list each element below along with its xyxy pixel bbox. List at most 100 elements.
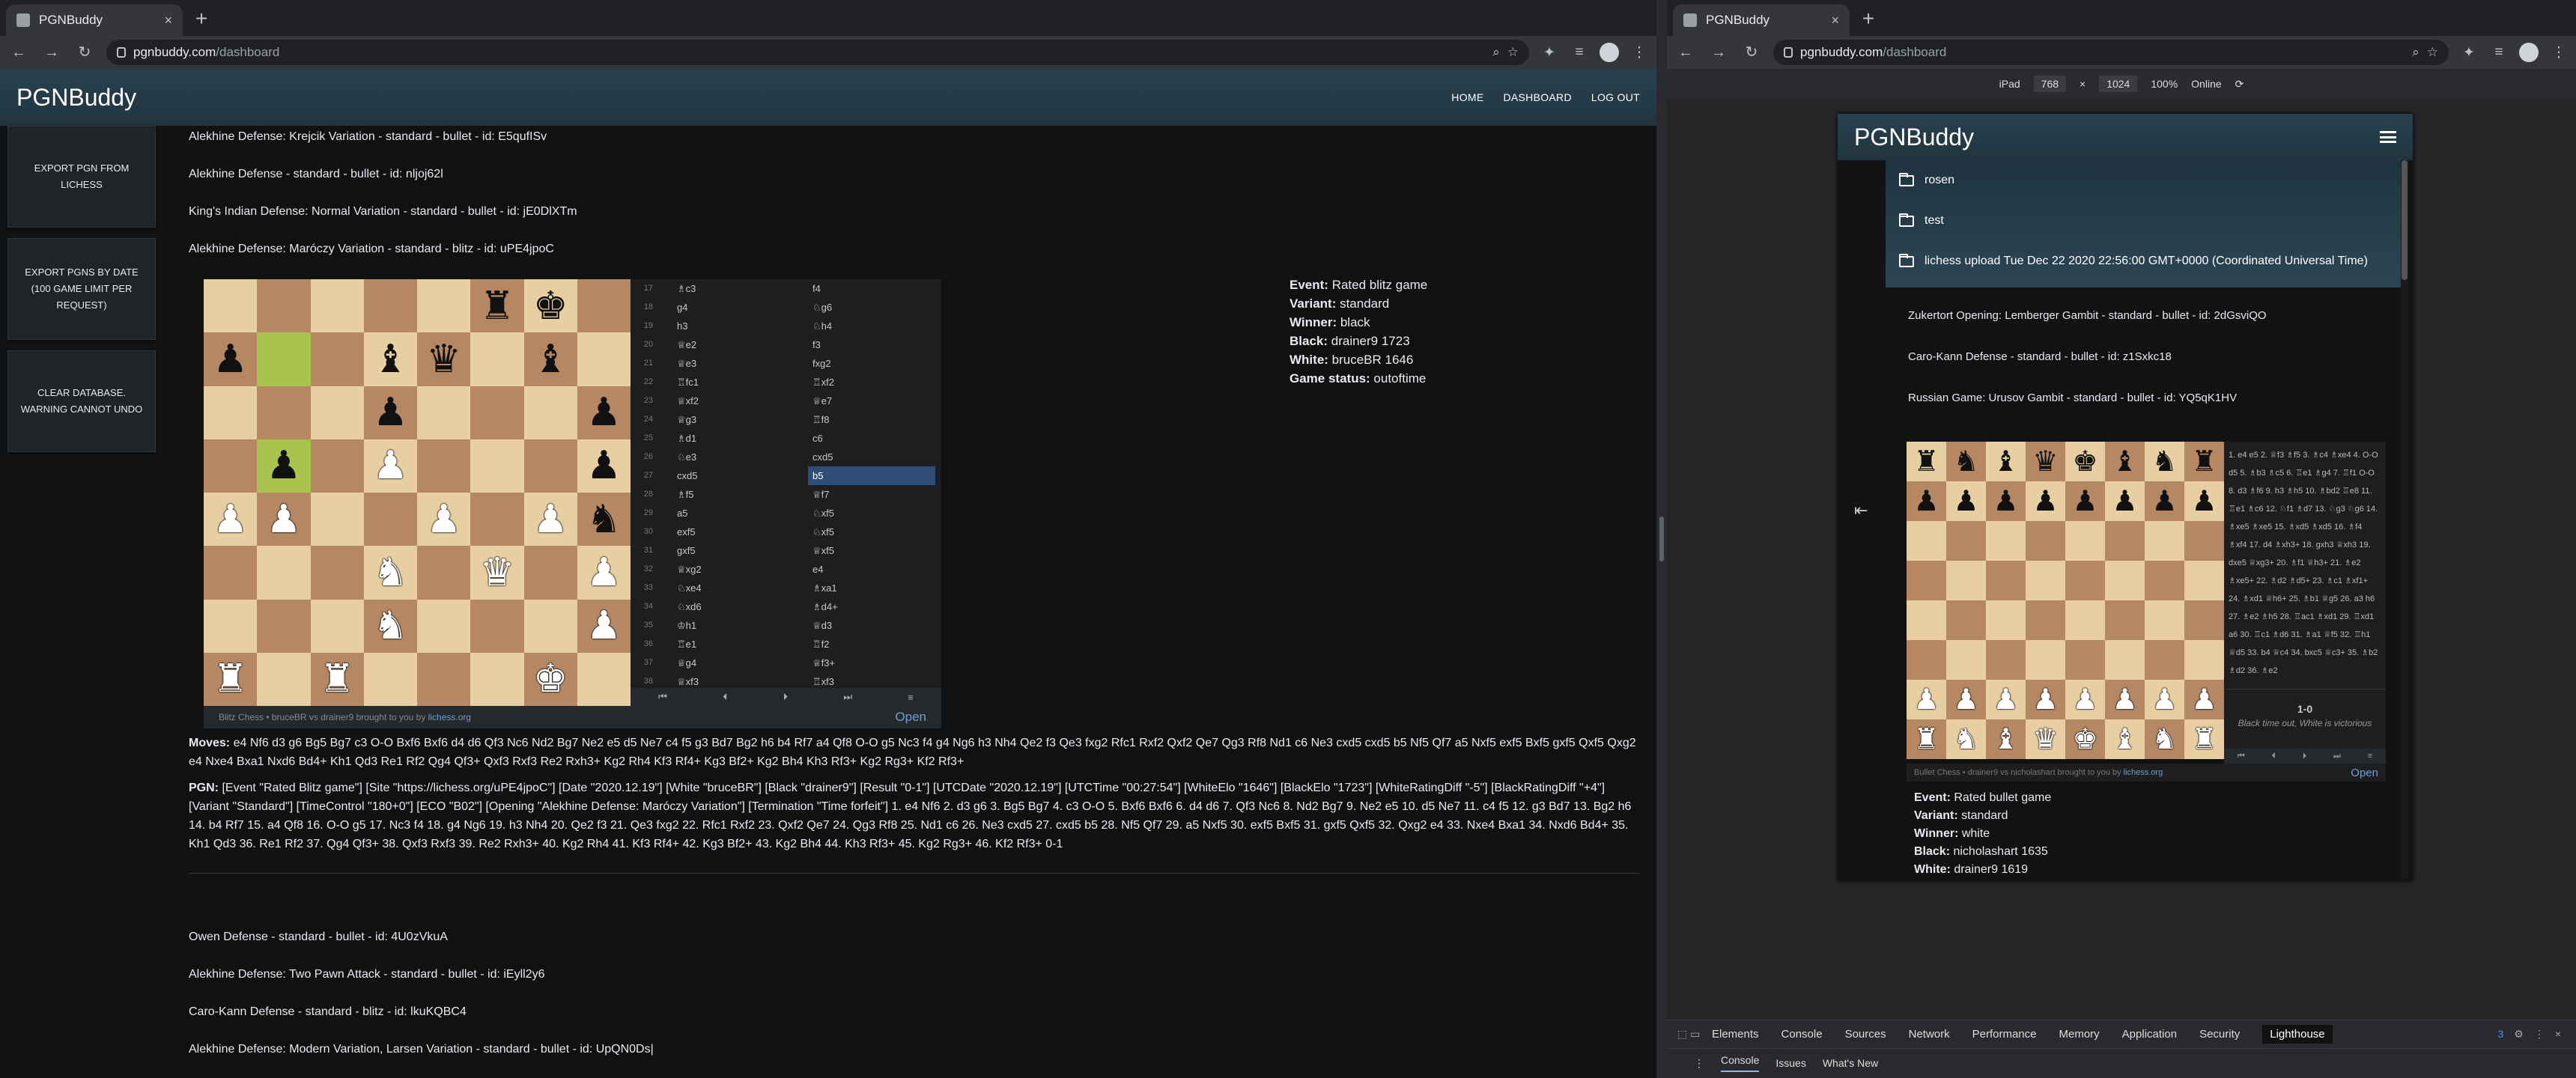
board-square[interactable] [470,652,524,706]
prev-move-icon[interactable]: ⏴ [723,691,728,703]
board-square[interactable]: ♟ [1986,481,2026,521]
move-list[interactable]: 1. e4 e5 2. ♕f3 ♗f5 3. ♗c4 ♗xe4 4. O-O d… [2224,442,2386,689]
black-move[interactable]: cxd5 [808,448,935,466]
white-move[interactable]: h3 [677,317,789,335]
board-square[interactable] [2026,640,2065,680]
board-square[interactable] [257,652,311,706]
white-pawn-icon[interactable]: ♟ [1913,686,1939,714]
board-square[interactable]: ♟ [577,439,631,493]
board-square[interactable] [1986,600,2026,640]
forward-icon[interactable]: → [1707,41,1730,64]
board-square[interactable] [1946,561,1986,600]
board-square[interactable] [2026,521,2065,561]
lichess-link[interactable]: lichess.org [2124,768,2163,777]
forward-icon[interactable]: → [40,41,63,64]
white-queen-icon[interactable]: ♛ [2032,725,2058,754]
board-square[interactable] [577,652,631,706]
drawer-tab-issues[interactable]: Issues [1775,1057,1805,1069]
board-square[interactable] [310,439,364,493]
board-square[interactable] [2065,600,2105,640]
window-splitter[interactable] [1656,0,1667,1078]
settings-gear-icon[interactable]: ⚙ [2514,1028,2524,1041]
board-square[interactable] [2105,600,2145,640]
black-move[interactable]: ♖xf3 [808,672,935,688]
devtools-tab-application[interactable]: Application [2122,1028,2177,1041]
lichess-link[interactable]: lichess.org [428,712,471,722]
black-move[interactable]: ♗d4+ [808,597,935,616]
game-link[interactable]: Alekhine Defense: Modern Variation, Lars… [189,1038,1640,1076]
board-square[interactable] [204,546,258,600]
white-move[interactable]: ♗c3 [677,279,789,298]
game-link[interactable]: Caro-Kann Defense - standard - bullet - … [1908,348,2384,389]
white-king-icon[interactable]: ♚ [2072,725,2097,754]
white-pawn-icon[interactable]: ♟ [586,553,622,592]
white-pawn-icon[interactable]: ♟ [267,500,302,539]
board-square[interactable] [417,439,471,493]
board-square[interactable] [2105,640,2145,680]
black-pawn-icon[interactable]: ♟ [2032,487,2058,516]
white-pawn-icon[interactable]: ♟ [2072,686,2097,714]
issues-badge[interactable]: 3 [2497,1028,2503,1041]
board-square[interactable] [310,493,364,546]
black-knight-icon[interactable]: ♞ [1953,448,1978,476]
board-square[interactable]: ♝ [1986,719,2026,759]
devtools-tab-memory[interactable]: Memory [2059,1028,2100,1041]
game-link[interactable]: Alekhine Defense: Krejcik Variation - st… [189,126,1640,163]
search-icon[interactable]: ⌕ [2412,45,2419,60]
board-square[interactable] [1946,600,1986,640]
scrollbar-thumb[interactable] [2402,160,2408,280]
profile-avatar[interactable] [1600,43,1619,62]
white-queen-icon[interactable]: ♛ [480,553,515,592]
board-square[interactable]: ♚ [523,652,577,706]
game-link[interactable]: Caro-Kann Defense - standard - blitz - i… [189,1001,1640,1038]
board-square[interactable]: ♟ [523,493,577,546]
black-pawn-icon[interactable]: ♟ [213,340,248,379]
black-move[interactable]: ♖f2 [808,635,935,654]
export-pgn-lichess-button[interactable]: EXPORT PGN FROM LICHESS [7,126,156,228]
white-move[interactable]: a5 [677,504,789,523]
board-square[interactable]: ♚ [523,279,577,333]
board-square[interactable]: ♞ [1946,442,1986,481]
white-move[interactable]: g4 [677,298,789,317]
tab-list-icon[interactable]: ≡ [1570,44,1589,61]
board-square[interactable] [1946,640,1986,680]
board-square[interactable]: ♟ [204,332,258,386]
open-link[interactable]: Open [895,710,926,725]
white-move[interactable]: exf5 [677,523,789,541]
white-pawn-icon[interactable]: ♟ [426,500,461,539]
bookmark-star-icon[interactable]: ☆ [1507,45,1519,60]
board-square[interactable] [257,279,311,333]
site-brand[interactable]: PGNBuddy [1854,124,1974,151]
board-square[interactable]: ♟ [2105,481,2145,521]
new-tab-button[interactable]: + [1856,6,1881,31]
game-link[interactable]: King's Indian Defense: Normal Variation … [189,201,1640,238]
black-rook-icon[interactable]: ♜ [480,287,515,326]
white-rook-icon[interactable]: ♜ [320,660,355,698]
board-square[interactable] [204,439,258,493]
board-square[interactable] [1986,521,2026,561]
board-square[interactable] [257,546,311,600]
board-square[interactable]: ♟ [1986,680,2026,719]
zoom-select[interactable]: 100% [2151,78,2178,90]
board-square[interactable] [204,599,258,653]
back-icon[interactable]: ← [1674,41,1697,64]
board-square[interactable]: ♟ [577,386,631,439]
menu-icon[interactable]: ≡ [2368,752,2372,761]
board-square[interactable]: ♟ [2065,481,2105,521]
black-queen-icon[interactable]: ♛ [2032,448,2058,476]
black-pawn-icon[interactable]: ♟ [373,393,408,432]
board-square[interactable] [2145,600,2184,640]
black-pawn-icon[interactable]: ♟ [1993,487,2018,516]
board-square[interactable] [577,279,631,333]
black-move[interactable]: e4 [808,560,935,579]
splitter-grip[interactable] [1659,517,1664,561]
board-square[interactable] [1907,561,1946,600]
rotate-icon[interactable]: ⟳ [2235,78,2244,91]
black-move[interactable]: ♕e7 [808,392,935,410]
sidebar-toggle-icon[interactable]: ⇤ [1854,501,1868,520]
board-square[interactable] [470,386,524,439]
nav-dashboard[interactable]: DASHBOARD [1504,91,1572,103]
board-square[interactable]: ♟ [2065,680,2105,719]
black-knight-icon[interactable]: ♞ [2151,448,2177,476]
inspect-icon[interactable]: ⬚ ▭ [1677,1028,1700,1041]
